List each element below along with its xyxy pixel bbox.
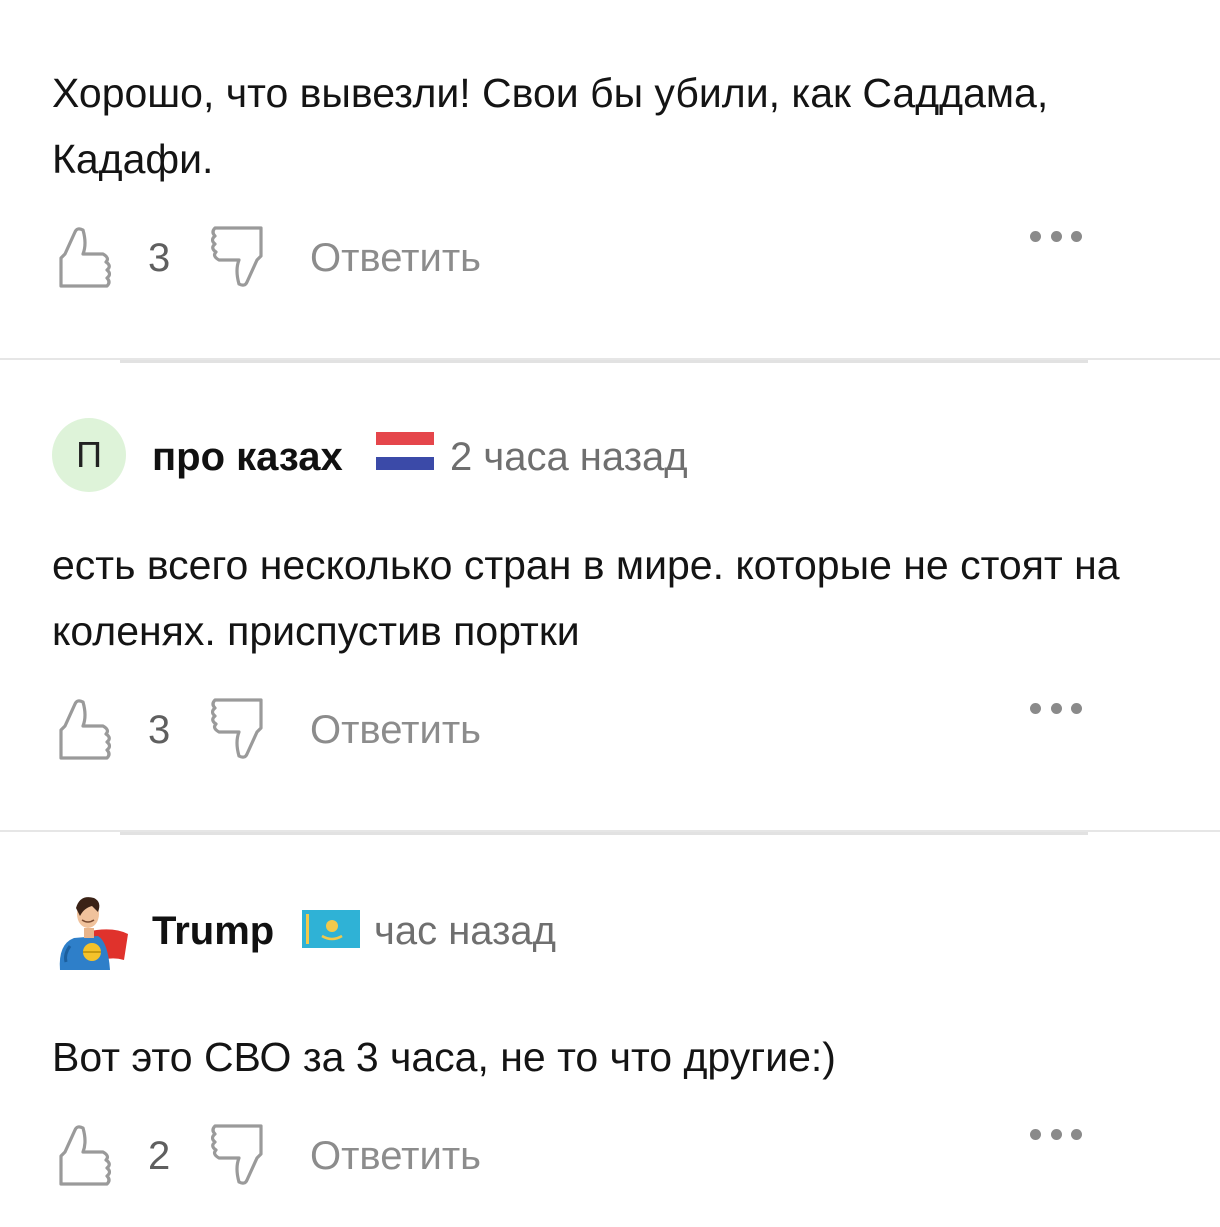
comment-actions: 2 Ответить <box>52 1120 1152 1190</box>
author-name[interactable]: Trump <box>152 908 274 954</box>
dot <box>1030 702 1041 714</box>
comment-time: 2 часа назад <box>450 435 688 479</box>
dot <box>1030 1128 1041 1140</box>
dot <box>1050 1128 1062 1140</box>
author-name[interactable]: про казах <box>152 434 343 480</box>
comment-text: Хорошо, что вывезли! Свои бы убили, как … <box>52 70 1049 182</box>
reply-button[interactable]: Ответить <box>310 1134 481 1178</box>
kazakhstan-flag-icon <box>302 910 360 948</box>
like-button[interactable] <box>52 1120 114 1190</box>
thumbs-up-icon <box>59 227 111 288</box>
more-options-button[interactable] <box>1030 222 1082 250</box>
reply-button[interactable]: Ответить <box>310 236 481 280</box>
dot <box>1050 702 1062 714</box>
dot <box>1030 230 1041 242</box>
comment-1: Хорошо, что вывезли! Свои бы убили, как … <box>0 0 1220 360</box>
divider <box>120 360 1088 363</box>
more-options-button[interactable] <box>1030 694 1082 722</box>
thumbs-down-icon <box>211 698 263 759</box>
dislike-button[interactable] <box>208 1120 270 1190</box>
comment-actions: 3 Ответить <box>52 222 1152 292</box>
superhero-avatar-icon[interactable] <box>52 892 130 970</box>
netherlands-flag-icon <box>376 432 434 470</box>
like-button[interactable] <box>52 694 114 764</box>
like-count: 2 <box>148 1134 171 1178</box>
dislike-button[interactable] <box>208 694 270 764</box>
more-options-button[interactable] <box>1030 1120 1082 1148</box>
dot <box>1071 230 1082 242</box>
like-count: 3 <box>148 236 171 280</box>
dot <box>1071 702 1082 714</box>
avatar[interactable]: П <box>52 418 126 492</box>
thumbs-down-icon <box>211 226 263 287</box>
thumbs-up-icon <box>59 699 111 760</box>
comment-header: Trump час назад <box>52 892 1152 972</box>
comment-time: час назад <box>374 909 557 953</box>
comment-text: есть всего несколько стран в мире. котор… <box>52 542 1120 654</box>
dot <box>1050 230 1062 242</box>
like-count: 3 <box>148 708 171 752</box>
like-button[interactable] <box>52 222 114 292</box>
dislike-button[interactable] <box>208 222 270 292</box>
comment-actions: 3 Ответить <box>52 694 1152 764</box>
comment-header: П про казах 2 часа назад <box>52 418 1152 498</box>
thumbs-down-icon <box>211 1124 263 1185</box>
divider <box>120 832 1088 835</box>
dot <box>1071 1128 1082 1140</box>
thumbs-up-icon <box>59 1125 111 1186</box>
reply-button[interactable]: Ответить <box>310 708 481 752</box>
comment-text: Вот это СВО за 3 часа, не то что другие:… <box>52 1034 836 1080</box>
